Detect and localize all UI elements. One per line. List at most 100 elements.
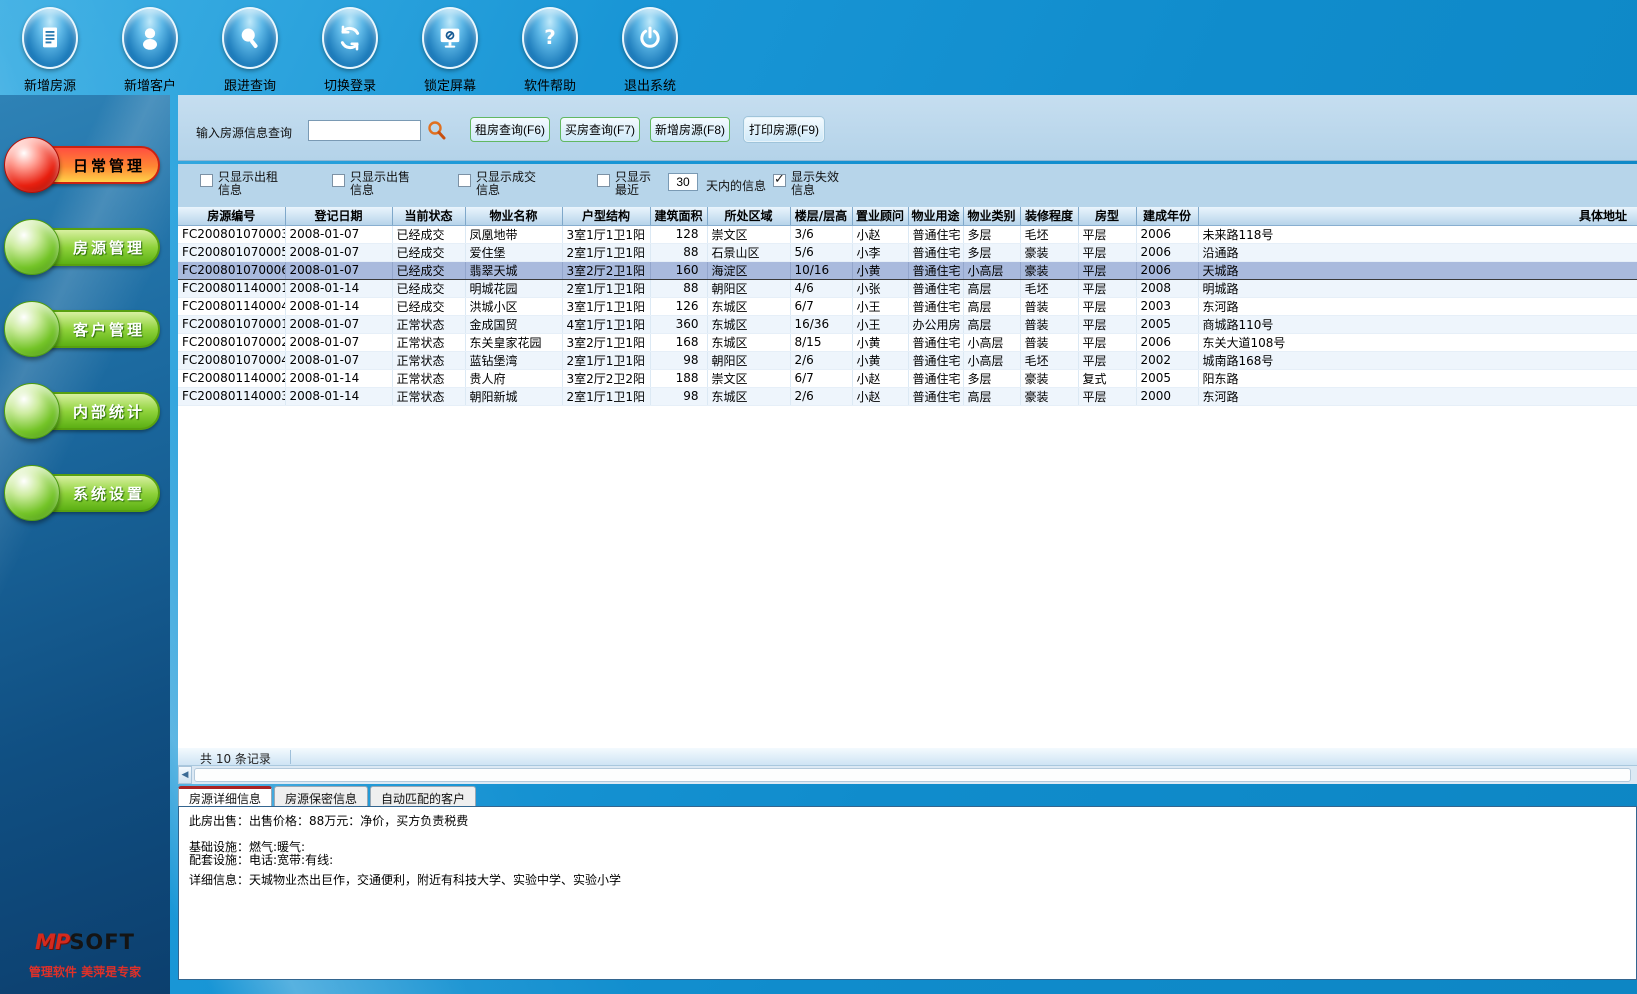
filter-deal-only[interactable]: 只显示成交信息 [458, 171, 540, 197]
table-cell: 98 [650, 351, 707, 369]
column-header[interactable]: 置业顾问 [852, 207, 908, 225]
toolbar-item-lock-screen[interactable]: 锁定屏幕 [400, 0, 500, 95]
table-row[interactable]: FC2008010700032008-01-07已经成交凤凰地带3室1厅1卫1阳… [178, 225, 1637, 243]
svg-text:?: ? [544, 26, 556, 49]
table-row[interactable]: FC2008010700042008-01-07正常状态蓝钻堡湾2室1厅1卫1阳… [178, 351, 1637, 369]
table-cell: 2008-01-14 [285, 387, 392, 405]
table-cell: 海淀区 [707, 261, 790, 279]
print-property-button[interactable]: 打印房源(F9) [744, 117, 824, 142]
table-cell: 正常状态 [392, 369, 465, 387]
filter-label: 只显示最近 [615, 171, 655, 197]
column-header[interactable]: 户型结构 [562, 207, 650, 225]
table-cell: 城南路168号 [1198, 351, 1637, 369]
column-header[interactable]: 物业名称 [465, 207, 562, 225]
table-cell: 2008-01-14 [285, 369, 392, 387]
toolbar-item-followup-query[interactable]: 跟进查询 [200, 0, 300, 95]
column-header[interactable]: 建成年份 [1136, 207, 1198, 225]
table-cell: 4室1厅1卫1阳 [562, 315, 650, 333]
table-cell: 126 [650, 297, 707, 315]
table-cell: 8/15 [790, 333, 852, 351]
checkbox-icon[interactable] [773, 174, 786, 187]
table-cell: FC200801140002 [178, 369, 285, 387]
table-row[interactable]: FC2008010700012008-01-07正常状态金成国贸4室1厅1卫1阳… [178, 315, 1637, 333]
toolbar-item-add-property[interactable]: 新增房源 [0, 0, 100, 95]
table-cell: 普通住宅 [908, 369, 963, 387]
tab-property-secret[interactable]: 房源保密信息 [274, 786, 368, 806]
sidebar-item-daily-management[interactable]: 日常管理 [2, 137, 162, 193]
column-header[interactable]: 房源编号 [178, 207, 285, 225]
column-header[interactable]: 当前状态 [392, 207, 465, 225]
table-cell: 豪装 [1020, 387, 1078, 405]
scroll-left-arrow-icon[interactable]: ◀ [178, 766, 192, 784]
add-property-button[interactable]: 新增房源(F8) [650, 117, 730, 142]
sidebar-item-customer-management[interactable]: 客户管理 [2, 301, 162, 357]
toolbar-item-software-help[interactable]: ? 软件帮助 [500, 0, 600, 95]
rent-query-button[interactable]: 租房查询(F6) [470, 117, 550, 142]
checkbox-icon[interactable] [597, 174, 610, 187]
table-cell: 小黄 [852, 261, 908, 279]
table-cell: 天城路 [1198, 261, 1637, 279]
table-cell: 10/16 [790, 261, 852, 279]
table-row[interactable]: FC2008011400042008-01-14已经成交洪城小区3室1厅1卫1阳… [178, 297, 1637, 315]
checkbox-icon[interactable] [458, 174, 471, 187]
brand-tagline: 管理软件 美萍是专家 [0, 963, 170, 980]
checkbox-icon[interactable] [200, 174, 213, 187]
tab-property-detail[interactable]: 房源详细信息 [178, 786, 272, 806]
table-cell: 普通住宅 [908, 351, 963, 369]
column-header[interactable]: 具体地址 [1198, 207, 1637, 225]
table-cell: 朝阳区 [707, 351, 790, 369]
sidebar-item-system-settings[interactable]: 系统设置 [2, 465, 162, 521]
table-cell: 4/6 [790, 279, 852, 297]
filter-panel: 只显示出租信息 只显示出售信息 只显示成交信息 只显示最近 天内的信息 显示失效… [178, 164, 1637, 207]
table-cell: 2002 [1136, 351, 1198, 369]
search-input[interactable] [308, 120, 421, 141]
table-cell: 正常状态 [392, 351, 465, 369]
column-header[interactable]: 物业类别 [963, 207, 1020, 225]
column-header[interactable]: 装修程度 [1020, 207, 1078, 225]
column-header[interactable]: 所处区域 [707, 207, 790, 225]
table-cell: 6/7 [790, 297, 852, 315]
search-magnifier-icon[interactable] [426, 119, 448, 141]
table-cell: 东关大道108号 [1198, 333, 1637, 351]
table-cell: 普通住宅 [908, 279, 963, 297]
filter-show-invalid[interactable]: 显示失效信息 [773, 171, 843, 197]
sidebar-item-property-management[interactable]: 房源管理 [2, 219, 162, 275]
table-row[interactable]: FC2008011400012008-01-14已经成交明城花园2室1厅1卫1阳… [178, 279, 1637, 297]
table-cell: FC200801140003 [178, 387, 285, 405]
search-label: 输入房源信息查询 [196, 124, 292, 141]
column-header[interactable]: 建筑面积 [650, 207, 707, 225]
toolbar-item-switch-login[interactable]: 切换登录 [300, 0, 400, 95]
table-cell: 3室2厅2卫1阳 [562, 261, 650, 279]
app-window: 新增房源 新增客户 跟进查询 切换登录 锁定屏幕 [0, 0, 1637, 994]
table-row[interactable]: FC2008011400022008-01-14正常状态贵人府3室2厅2卫2阳1… [178, 369, 1637, 387]
table-cell: 2008-01-07 [285, 351, 392, 369]
buy-query-button[interactable]: 买房查询(F7) [560, 117, 640, 142]
table-cell: FC200801070006 [178, 261, 285, 279]
column-header[interactable]: 房型 [1078, 207, 1136, 225]
table-cell: 小赵 [852, 225, 908, 243]
column-header[interactable]: 登记日期 [285, 207, 392, 225]
table-cell: 小赵 [852, 387, 908, 405]
table-cell: 3/6 [790, 225, 852, 243]
table-cell: 2005 [1136, 369, 1198, 387]
sphere-icon [4, 465, 60, 521]
table-cell: 2008-01-07 [285, 261, 392, 279]
days-input[interactable] [668, 173, 698, 191]
filter-rent-only[interactable]: 只显示出租信息 [200, 171, 282, 197]
sidebar-item-internal-stats[interactable]: 内部统计 [2, 383, 162, 439]
toolbar-item-exit-system[interactable]: 退出系统 [600, 0, 700, 95]
filter-recent-days[interactable]: 只显示最近 [597, 171, 655, 197]
toolbar-item-add-customer[interactable]: 新增客户 [100, 0, 200, 95]
table-row[interactable]: FC2008010700062008-01-07已经成交翡翠天城3室2厅2卫1阳… [178, 261, 1637, 279]
filter-sale-only[interactable]: 只显示出售信息 [332, 171, 414, 197]
column-header[interactable]: 物业用途 [908, 207, 963, 225]
detail-line-support-facilities: 配套设施：电话:宽带:有线: [189, 854, 1626, 867]
checkbox-icon[interactable] [332, 174, 345, 187]
table-row[interactable]: FC2008010700022008-01-07正常状态东关皇家花园3室2厅1卫… [178, 333, 1637, 351]
horizontal-scrollbar[interactable]: ◀ [178, 766, 1637, 784]
table-row[interactable]: FC2008011400032008-01-14正常状态朝阳新城2室1厅1卫1阳… [178, 387, 1637, 405]
table-row[interactable]: FC2008010700052008-01-07已经成交爱住堡2室1厅1卫1阳8… [178, 243, 1637, 261]
scrollbar-thumb[interactable] [194, 768, 1631, 782]
tab-matched-customers[interactable]: 自动匹配的客户 [370, 786, 476, 806]
column-header[interactable]: 楼层/层高 [790, 207, 852, 225]
